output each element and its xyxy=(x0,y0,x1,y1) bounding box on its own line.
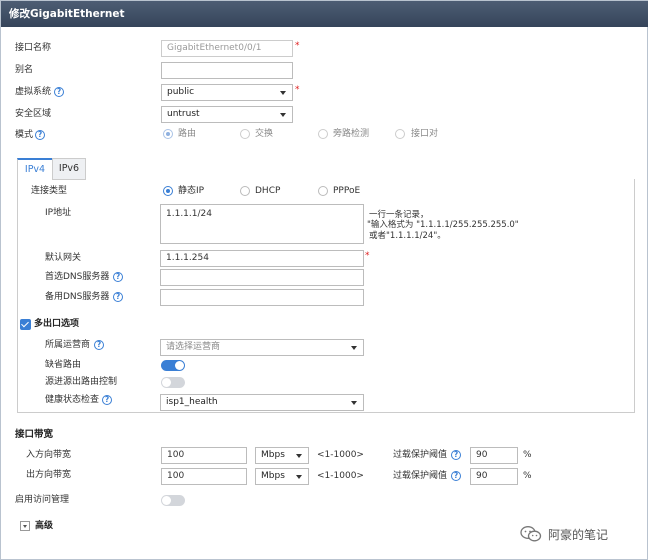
in-percent-sign: % xyxy=(523,450,532,460)
conn-type-label: 连接类型 xyxy=(31,186,68,196)
mode-radio-route[interactable] xyxy=(163,129,173,139)
out-unit-select[interactable]: Mbps xyxy=(255,468,309,485)
ip-textarea[interactable]: 1.1.1.1/24 xyxy=(160,204,364,244)
default-route-toggle[interactable] xyxy=(161,360,185,371)
required-mark: * xyxy=(295,41,300,51)
in-threshold-help-icon[interactable]: ? xyxy=(451,450,461,460)
in-bandwidth-input[interactable]: 100 xyxy=(161,447,247,464)
health-select-value: isp1_health xyxy=(166,397,218,407)
in-unit-select[interactable]: Mbps xyxy=(255,447,309,464)
dns1-label: 首选DNS服务器 xyxy=(45,272,110,282)
dns1-help-icon[interactable]: ? xyxy=(113,272,123,282)
required-mark: * xyxy=(295,85,300,95)
expand-advanced-icon[interactable] xyxy=(20,521,30,531)
health-help-icon[interactable]: ? xyxy=(102,395,112,405)
gateway-label: 默认网关 xyxy=(45,253,82,263)
chevron-down-icon xyxy=(351,346,357,350)
conn-option-static: 静态IP xyxy=(178,186,205,196)
mode-option-route: 路由 xyxy=(178,129,197,139)
alias-label: 别名 xyxy=(15,65,34,75)
interface-name-label: 接口名称 xyxy=(15,43,52,53)
vsys-help-icon[interactable]: ? xyxy=(54,87,64,97)
tab-ipv6[interactable]: IPv6 xyxy=(52,158,86,180)
out-range-hint: <1-1000> xyxy=(317,471,364,481)
alias-input[interactable] xyxy=(161,62,293,79)
mode-option-switch: 交换 xyxy=(255,129,274,139)
in-threshold-label: 过载保护阈值 xyxy=(393,450,448,460)
dns2-input[interactable] xyxy=(160,289,364,306)
vsys-select[interactable]: public xyxy=(161,84,293,101)
gateway-input[interactable]: 1.1.1.254 xyxy=(160,250,364,267)
conn-radio-dhcp[interactable] xyxy=(240,186,250,196)
advanced-toggle[interactable]: 高级 xyxy=(35,520,53,532)
chevron-down-icon xyxy=(280,113,286,117)
conn-radio-pppoe[interactable] xyxy=(318,186,328,196)
out-unit-value: Mbps xyxy=(261,471,285,481)
zone-label: 安全区域 xyxy=(15,109,52,119)
conn-radio-static[interactable] xyxy=(163,186,173,196)
ip-hint-line3: 或者"1.1.1.1/24"。 xyxy=(369,231,446,241)
out-threshold-label: 过载保护阈值 xyxy=(393,471,448,481)
default-route-label: 缺省路由 xyxy=(45,360,82,370)
dialog-window: 修改GigabitEthernet 接口名称 GigabitEthernet0/… xyxy=(0,0,648,560)
conn-option-dhcp: DHCP xyxy=(255,186,281,196)
isp-select-placeholder: 请选择运营商 xyxy=(166,342,221,352)
tab-ipv4[interactable]: IPv4 xyxy=(17,158,53,180)
wechat-icon xyxy=(520,526,542,542)
dns2-help-icon[interactable]: ? xyxy=(113,292,123,302)
out-percent-sign: % xyxy=(523,471,532,481)
mode-radio-bypass[interactable] xyxy=(318,129,328,139)
out-threshold-input[interactable]: 90 xyxy=(470,468,518,485)
chevron-down-icon xyxy=(351,401,357,405)
src-route-label: 源进源出路由控制 xyxy=(45,377,118,387)
required-mark: * xyxy=(365,251,370,261)
mode-option-bypass: 旁路检测 xyxy=(333,129,370,139)
out-threshold-help-icon[interactable]: ? xyxy=(451,471,461,481)
mode-radio-pair[interactable] xyxy=(395,129,405,139)
dns2-label: 备用DNS服务器 xyxy=(45,292,110,302)
ip-hint-line2: "输入格式为 "1.1.1.1/255.255.255.0" xyxy=(367,220,519,230)
interface-name-field: GigabitEthernet0/0/1 xyxy=(161,40,293,57)
out-bandwidth-input[interactable]: 100 xyxy=(161,468,247,485)
access-mgmt-label: 启用访问管理 xyxy=(15,495,70,505)
dialog-title: 修改GigabitEthernet xyxy=(1,1,648,27)
dns1-input[interactable] xyxy=(160,269,364,286)
multi-exit-label: 多出口选项 xyxy=(34,319,80,329)
mode-radio-switch[interactable] xyxy=(240,129,250,139)
access-mgmt-toggle[interactable] xyxy=(161,495,185,506)
mode-label: 模式 xyxy=(15,130,34,140)
mode-help-icon[interactable]: ? xyxy=(35,130,45,140)
multi-exit-checkbox[interactable] xyxy=(20,319,31,330)
vsys-select-value: public xyxy=(167,87,195,97)
health-select[interactable]: isp1_health xyxy=(160,394,364,411)
vsys-label: 虚拟系统 xyxy=(15,87,52,97)
src-route-toggle[interactable] xyxy=(161,377,185,388)
chevron-down-icon xyxy=(296,475,302,479)
watermark: 阿豪的笔记 xyxy=(520,523,638,549)
in-threshold-input[interactable]: 90 xyxy=(470,447,518,464)
zone-select-value: untrust xyxy=(167,109,200,119)
health-label: 健康状态检查 xyxy=(45,395,100,405)
bandwidth-section-title: 接口带宽 xyxy=(15,429,54,440)
in-bandwidth-label: 入方向带宽 xyxy=(26,450,72,460)
isp-select[interactable]: 请选择运营商 xyxy=(160,339,364,356)
out-bandwidth-label: 出方向带宽 xyxy=(26,470,72,480)
ip-hint-line1: 一行一条记录， xyxy=(369,210,429,220)
watermark-text: 阿豪的笔记 xyxy=(548,528,609,542)
zone-select[interactable]: untrust xyxy=(161,106,293,123)
in-range-hint: <1-1000> xyxy=(317,450,364,460)
isp-help-icon[interactable]: ? xyxy=(94,340,104,350)
chevron-down-icon xyxy=(296,454,302,458)
mode-option-pair: 接口对 xyxy=(411,129,439,139)
conn-option-pppoe: PPPoE xyxy=(333,186,361,196)
ip-label: IP地址 xyxy=(45,208,72,218)
isp-label: 所属运营商 xyxy=(45,340,91,350)
in-unit-value: Mbps xyxy=(261,450,285,460)
chevron-down-icon xyxy=(280,91,286,95)
